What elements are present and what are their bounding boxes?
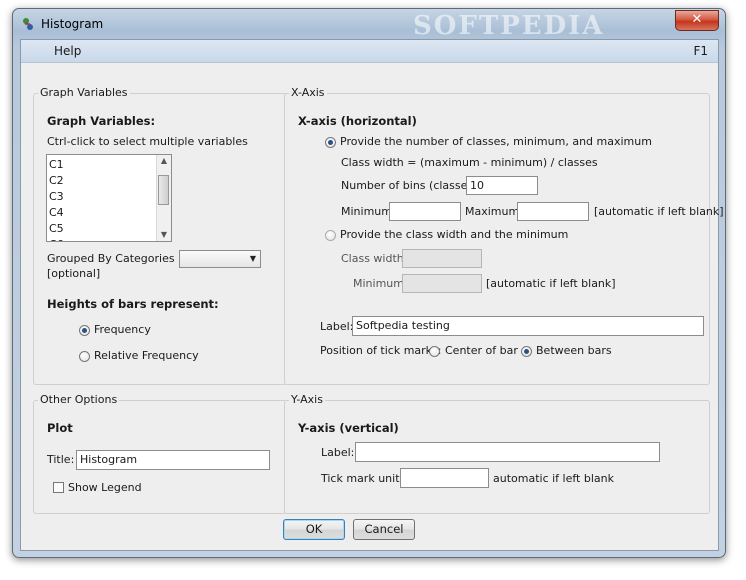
scroll-thumb[interactable] [158, 175, 169, 205]
show-legend-label: Show Legend [68, 481, 142, 494]
graph-variables-heading: Graph Variables: [47, 114, 156, 128]
heights-heading: Heights of bars represent: [47, 297, 219, 311]
x-axis-heading: X-axis (horizontal) [298, 114, 417, 128]
class-width-label: Class width: [341, 252, 408, 265]
tick-units-input[interactable] [400, 468, 489, 488]
grouped-by-label: Grouped By Categories in: [47, 252, 192, 265]
list-item[interactable]: C6 [49, 238, 64, 241]
graph-variables-group: Graph Variables Graph Variables: Ctrl-cl… [33, 86, 287, 385]
list-item[interactable]: C5 [49, 222, 64, 235]
between-bars-radio[interactable] [521, 346, 532, 357]
classes-min-max-radio[interactable] [325, 137, 336, 148]
chevron-down-icon: ▼ [249, 254, 256, 263]
group-title: Graph Variables [38, 86, 130, 99]
x-label-input[interactable]: Softpedia testing [352, 316, 704, 336]
cancel-button[interactable]: Cancel [353, 519, 415, 540]
list-item[interactable]: C2 [49, 174, 64, 187]
minimum2-label: Minimum: [353, 277, 408, 290]
show-legend-checkbox[interactable] [53, 482, 64, 493]
close-button[interactable]: ✕ [675, 10, 719, 31]
group-title: Other Options [38, 393, 120, 406]
bins-label: Number of bins (classes): [341, 179, 482, 192]
histogram-window: Histogram SOFTPEDIA ✕ Help F1 Graph Vari… [12, 8, 726, 558]
minimum-label: Minimum: [341, 205, 396, 218]
tick-position-label: Position of tick marks: [320, 344, 442, 357]
frequency-radio[interactable] [79, 325, 90, 336]
x-axis-group: X-Axis X-axis (horizontal) Provide the n… [284, 86, 724, 385]
menu-bar: Help F1 [21, 40, 718, 63]
y-axis-heading: Y-axis (vertical) [298, 421, 399, 435]
y-auto-blank-hint: automatic if left blank [493, 472, 614, 485]
app-icon [23, 18, 33, 30]
group-title: Y-Axis [289, 393, 325, 406]
class-width-input[interactable] [402, 249, 482, 268]
list-item[interactable]: C4 [49, 206, 64, 219]
ok-button[interactable]: OK [283, 519, 345, 540]
x-label-label: Label: [320, 320, 354, 333]
scroll-up-icon[interactable]: ▲ [157, 155, 171, 167]
relative-frequency-label: Relative Frequency [94, 349, 199, 362]
y-label-label: Label: [321, 446, 355, 459]
dialog-client: Help F1 Graph Variables Graph Variables:… [20, 39, 724, 551]
list-item[interactable]: C1 [49, 158, 64, 171]
maximum-label: Maximum: [465, 205, 523, 218]
variables-scrollbar[interactable]: ▲ ▼ [156, 155, 171, 241]
minimum2-input[interactable] [402, 274, 482, 293]
title-input[interactable]: Histogram [76, 450, 270, 470]
variables-listbox[interactable]: C1 C2 C3 C4 C5 C6 ▲ ▼ [46, 154, 172, 242]
plot-heading: Plot [47, 421, 73, 435]
classes-min-max-label: Provide the number of classes, minimum, … [340, 135, 652, 148]
minimum-input[interactable] [389, 202, 461, 221]
close-icon: ✕ [691, 12, 703, 27]
multiselect-hint: Ctrl-click to select multiple variables [47, 135, 248, 148]
auto-blank-hint: [automatic if left blank] [594, 205, 724, 218]
window-title: Histogram [41, 17, 104, 31]
y-label-input[interactable] [355, 442, 660, 462]
title-bar[interactable]: Histogram SOFTPEDIA ✕ [13, 9, 725, 41]
relative-frequency-radio[interactable] [79, 351, 90, 362]
center-of-bar-label: Center of bar [445, 344, 518, 357]
class-width-min-radio[interactable] [325, 230, 336, 241]
menu-f1-shortcut: F1 [693, 44, 708, 58]
menu-help[interactable]: Help [54, 44, 81, 58]
between-bars-label: Between bars [536, 344, 612, 357]
center-of-bar-radio[interactable] [429, 346, 440, 357]
bins-input[interactable]: 10 [466, 176, 538, 195]
other-options-group: Other Options Plot Title: Histogram Show… [33, 393, 287, 514]
frequency-label: Frequency [94, 323, 151, 336]
scroll-down-icon[interactable]: ▼ [157, 229, 171, 241]
watermark-logo: SOFTPEDIA [413, 11, 605, 41]
grouped-by-select[interactable]: ▼ [179, 250, 261, 268]
y-axis-group: Y-Axis Y-axis (vertical) Label: Tick mar… [284, 393, 710, 514]
class-width-min-label: Provide the class width and the minimum [340, 228, 569, 241]
class-width-formula: Class width = (maximum - minimum) / clas… [341, 156, 598, 169]
grouped-optional-label: [optional] [47, 267, 101, 280]
tick-units-label: Tick mark units: [321, 472, 409, 485]
list-item[interactable]: C3 [49, 190, 64, 203]
group-title: X-Axis [289, 86, 327, 99]
maximum-input[interactable] [517, 202, 589, 221]
auto-blank-hint2: [automatic if left blank] [486, 277, 616, 290]
title-label: Title: [47, 453, 75, 466]
